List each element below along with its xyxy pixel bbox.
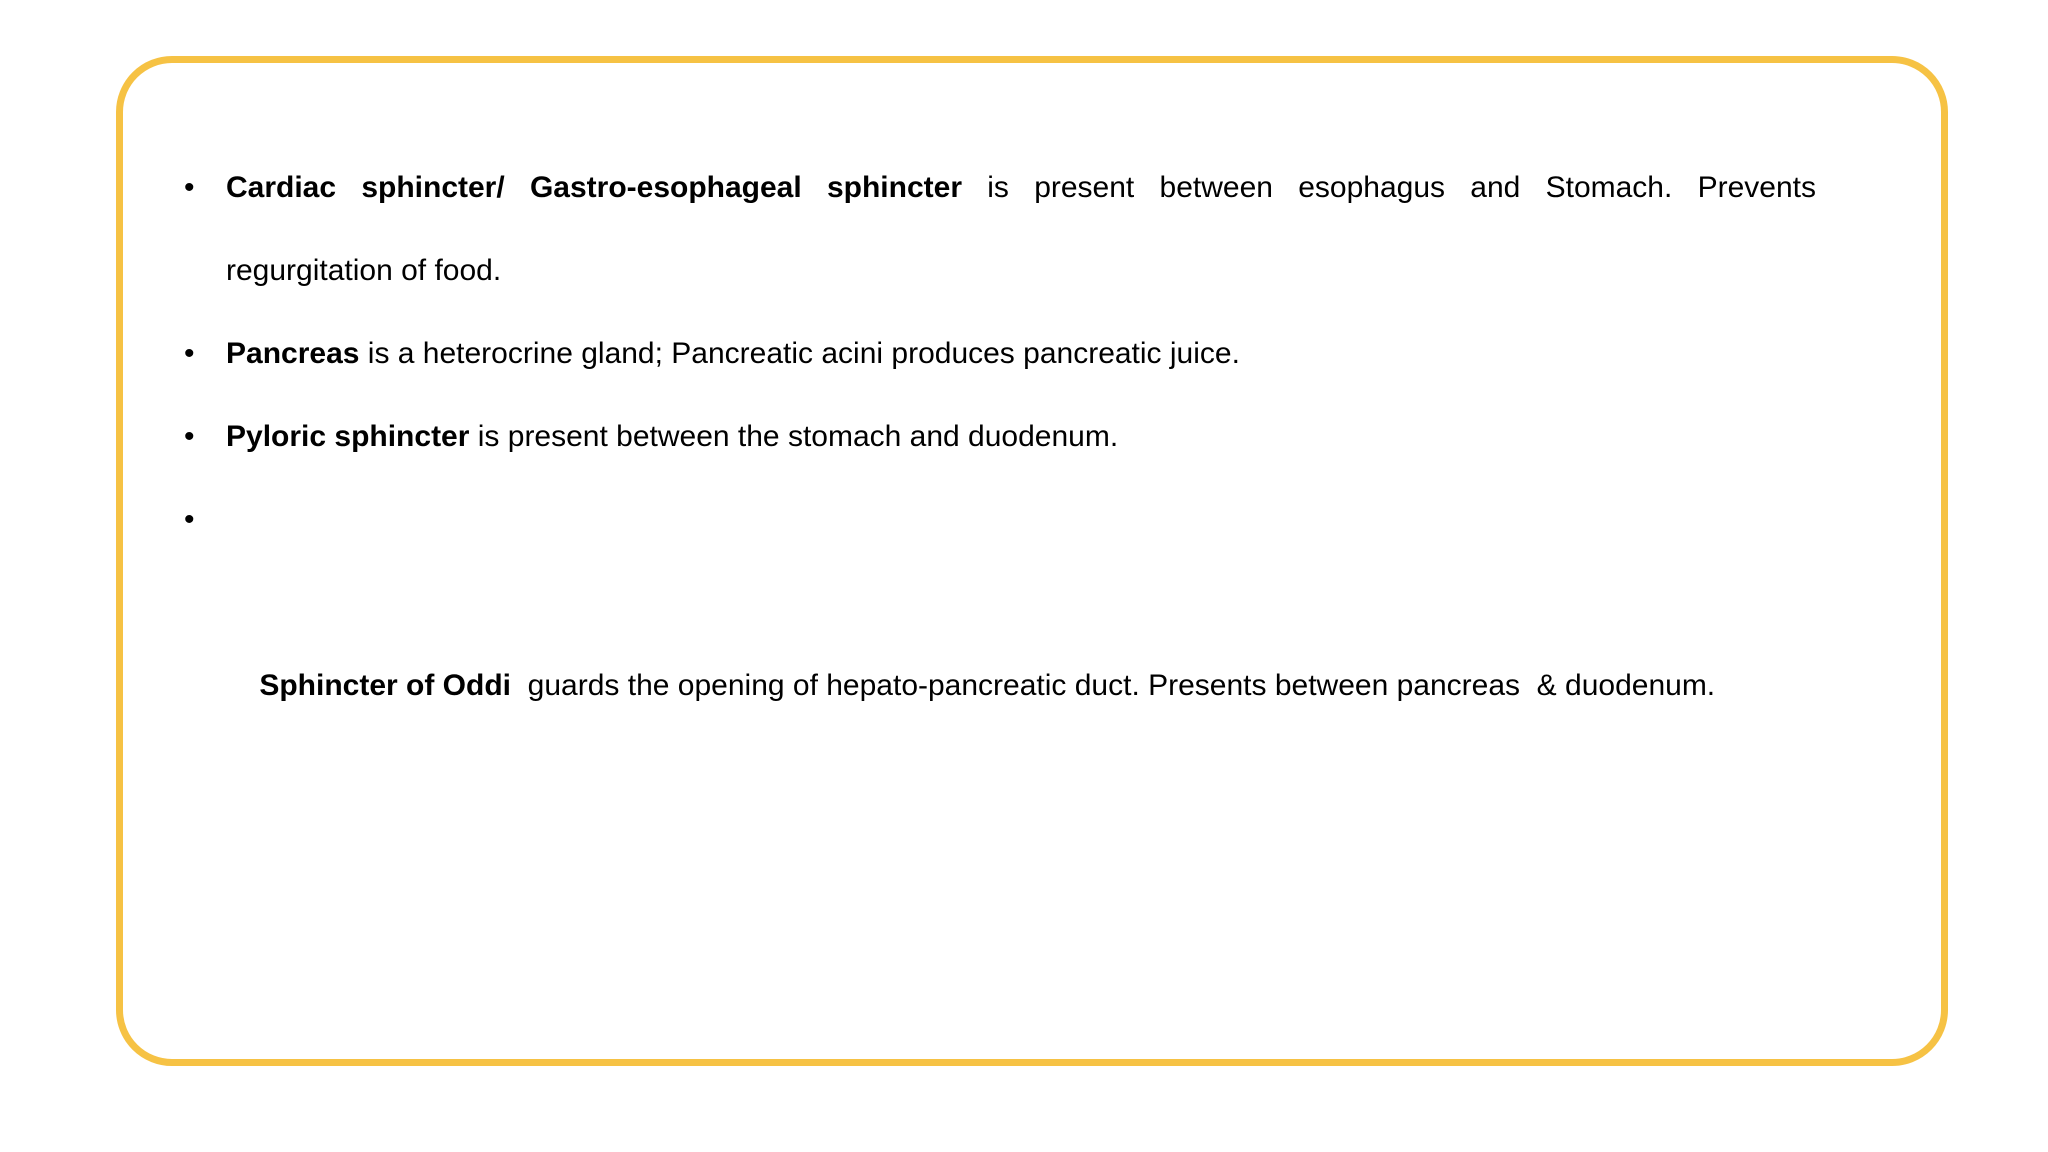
bullet-bold-term: Cardiac sphincter/ Gastro-esophageal sph… xyxy=(226,171,962,204)
bullet-list: • Cardiac sphincter/ Gastro-esophageal s… xyxy=(180,146,1816,810)
bullet-item-pyloric-sphincter: • Pyloric sphincter is present between t… xyxy=(180,395,1816,478)
bullet-icon: • xyxy=(184,171,195,204)
bullet-bold-term: Pyloric sphincter xyxy=(226,420,470,453)
bullet-bold-term: Sphincter of Oddi xyxy=(259,669,512,702)
bullet-icon: • xyxy=(184,503,195,536)
bullet-item-cardiac-sphincter: • Cardiac sphincter/ Gastro-esophageal s… xyxy=(180,146,1816,312)
bullet-text: is present between the stomach and duode… xyxy=(469,420,1119,453)
bullet-item-pancreas: • Pancreas is a heterocrine gland; Pancr… xyxy=(180,312,1816,395)
bullet-text: guards the opening of hepato-pancreatic … xyxy=(511,669,1716,702)
bullet-icon: • xyxy=(184,420,195,453)
bullet-text: is a heterocrine gland; Pancreatic acini… xyxy=(359,337,1240,370)
bullet-icon: • xyxy=(184,337,195,370)
bullet-item-sphincter-of-oddi: • Sphincter of Oddi guards the opening o… xyxy=(180,478,1816,810)
bullet-bold-term: Pancreas xyxy=(226,337,360,370)
